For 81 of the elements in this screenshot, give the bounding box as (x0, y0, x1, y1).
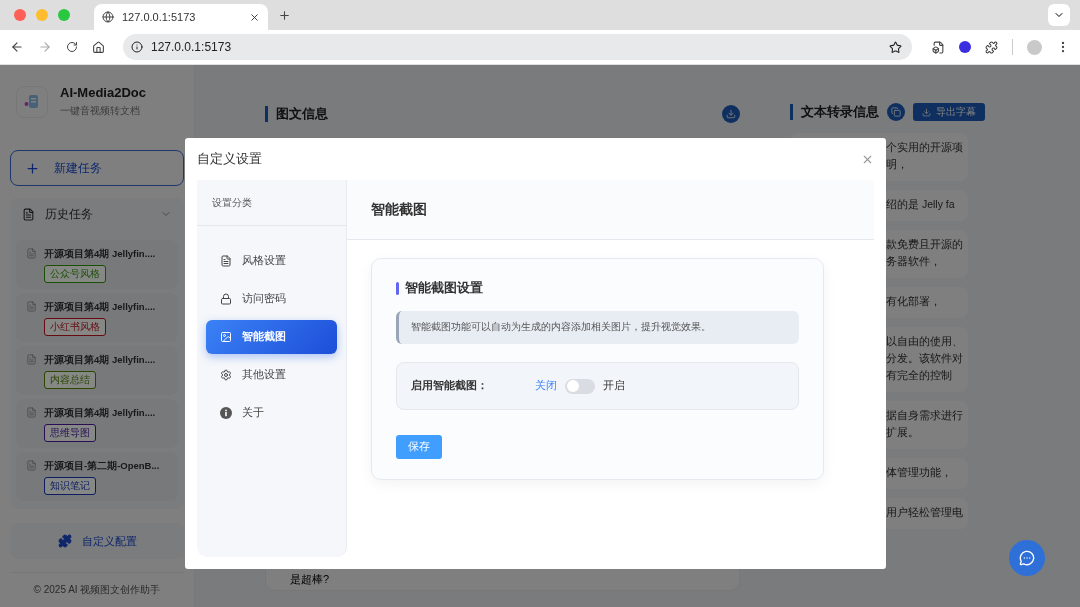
content-heading: 智能截图 (347, 180, 874, 240)
reload-icon[interactable] (66, 41, 78, 53)
app-name: AI-Media2Doc (60, 85, 146, 100)
copy-icon (891, 107, 901, 117)
globe-icon (102, 11, 114, 23)
history-title: 开源项目第4期 Jellyfin.... (44, 354, 156, 367)
browser-tab[interactable]: 127.0.0.1:5173 (94, 4, 268, 30)
dialog-title: 自定义设置 (197, 150, 262, 168)
transcript-text: 款免费且开源的 (886, 237, 964, 252)
transcript-text: 分发。该软件对 (886, 351, 964, 366)
home-icon[interactable] (92, 40, 105, 54)
settings-icon (220, 369, 232, 381)
transcript-text: 有化部署， (886, 294, 942, 309)
transcript-text: 体管理功能， (886, 465, 953, 480)
tab-list-button[interactable] (1048, 4, 1070, 26)
info-icon[interactable] (131, 41, 143, 53)
history-title: 开源项目第4期 Jellyfin.... (44, 301, 156, 314)
plus-icon (25, 160, 40, 176)
transcript-text: 有完全的控制 (886, 368, 953, 383)
info-note: 智能截图功能可以自动为生成的内容添加相关图片，提升视觉效果。 (396, 311, 799, 344)
document-icon (26, 460, 37, 471)
puzzle-icon[interactable] (985, 40, 998, 54)
document-icon (26, 407, 37, 418)
transcript-text: 明， (886, 157, 909, 172)
info-icon (220, 407, 232, 419)
nav-item[interactable]: 关于 (206, 396, 337, 430)
document-icon (220, 255, 232, 267)
nav-item[interactable]: 智能截图 (206, 320, 337, 354)
document-icon (26, 248, 37, 259)
lock-icon (220, 293, 232, 305)
copy-button[interactable] (887, 103, 905, 121)
document-icon (26, 354, 37, 365)
transcript-text: 扩展。 (886, 425, 920, 440)
toggle-label: 启用智能截图： (411, 379, 489, 393)
chat-icon (1019, 550, 1035, 566)
transcript-text: 用户轻松管理电 (886, 505, 964, 520)
style-tag: 公众号风格 (44, 265, 106, 283)
history-title: 开源项目第4期 Jellyfin.... (44, 407, 156, 420)
new-task-button[interactable]: 新建任务 (10, 150, 184, 186)
extension-icon[interactable] (959, 41, 971, 53)
chat-button[interactable] (1009, 540, 1045, 576)
section-title: 文本转录信息 (801, 103, 879, 121)
off-label: 关闭 (535, 379, 557, 393)
back-icon[interactable] (10, 40, 24, 54)
logo-icon (23, 93, 41, 110)
history-title: 开源项目-第二期-OpenB... (44, 460, 160, 473)
on-label: 开启 (603, 379, 625, 393)
close-icon[interactable] (249, 11, 260, 23)
download-button[interactable] (722, 105, 740, 123)
section-title: 图文信息 (276, 105, 328, 123)
nav-item[interactable]: 风格设置 (206, 244, 337, 278)
nav-item[interactable]: 访问密码 (206, 282, 337, 316)
transcript-text: 以自由的使用、 (886, 334, 964, 349)
toggle-switch[interactable] (565, 378, 595, 394)
transcript-text: 据自身需求进行 (886, 408, 964, 423)
extension-icon[interactable] (932, 40, 945, 54)
address-field[interactable]: 127.0.0.1:5173 (123, 34, 912, 60)
history-title: 开源项目第4期 Jellyfin.... (44, 248, 156, 261)
footer-text: © 2025 AI 视频图文创作助手 (10, 572, 184, 607)
star-icon[interactable] (889, 40, 902, 54)
nav-item[interactable]: 其他设置 (206, 358, 337, 392)
download-icon (922, 107, 931, 117)
new-tab-icon[interactable] (278, 8, 291, 22)
save-button[interactable]: 保存 (396, 435, 442, 459)
document-icon (22, 207, 35, 221)
puzzle-icon (57, 534, 72, 548)
history-header[interactable]: 历史任务 (16, 198, 178, 230)
document-icon (26, 301, 37, 312)
style-tag: 思维导图 (44, 424, 96, 442)
style-tag: 小红书风格 (44, 318, 106, 336)
nav-heading: 设置分类 (197, 180, 346, 226)
image-icon (220, 331, 232, 343)
transcript-text: 个实用的开源项 (886, 140, 964, 155)
export-subtitles-button[interactable]: 导出字幕 (913, 103, 985, 121)
style-tag: 内容总结 (44, 371, 96, 389)
style-tag: 知识笔记 (44, 477, 96, 495)
custom-config-button[interactable]: 自定义配置 (10, 523, 184, 559)
transcript-text: 务器软件， (886, 254, 942, 269)
card-title: 智能截图设置 (405, 279, 483, 297)
download-icon (726, 109, 736, 119)
transcript-text: 绍的是 Jelly fa (886, 197, 956, 212)
